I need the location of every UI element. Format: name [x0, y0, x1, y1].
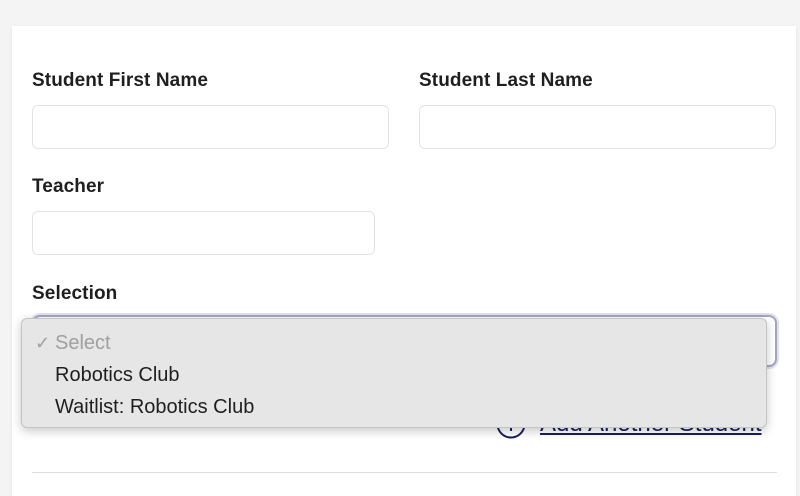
option-label: Robotics Club: [55, 364, 180, 386]
dropdown-option-select[interactable]: ✓ Select: [22, 327, 766, 359]
last-name-label: Student Last Name: [419, 70, 593, 91]
selection-dropdown-menu: ✓ Select Robotics Club Waitlist: Robotic…: [21, 318, 767, 428]
first-name-input[interactable]: [32, 105, 389, 149]
dropdown-option-waitlist-robotics-club[interactable]: Waitlist: Robotics Club: [22, 391, 766, 423]
teacher-label: Teacher: [32, 176, 105, 197]
teacher-input[interactable]: [32, 211, 375, 255]
option-label: Waitlist: Robotics Club: [55, 396, 255, 418]
form-divider: [32, 472, 777, 473]
dropdown-option-robotics-club[interactable]: Robotics Club: [22, 359, 766, 391]
last-name-input[interactable]: [419, 105, 776, 149]
checkmark-icon: ✓: [35, 333, 51, 353]
first-name-label: Student First Name: [32, 70, 208, 91]
option-label: Select: [55, 332, 111, 354]
selection-label: Selection: [32, 283, 118, 304]
